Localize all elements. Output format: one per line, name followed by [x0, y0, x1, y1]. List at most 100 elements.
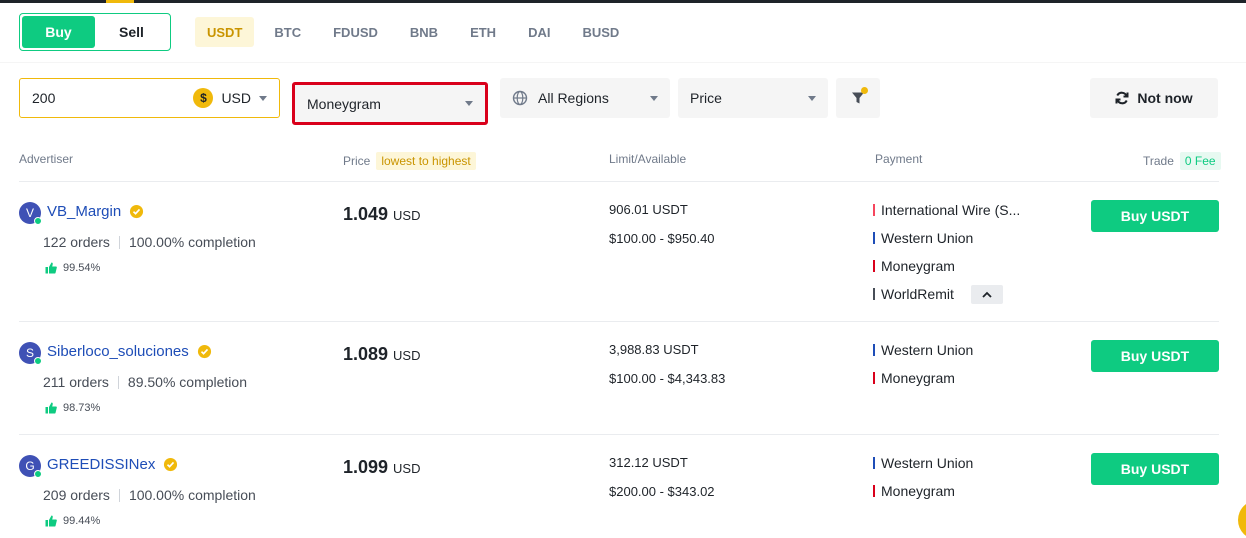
payment-method-label: Western Union	[881, 230, 974, 246]
avatar[interactable]: S	[19, 342, 42, 365]
payment-method-item: Western Union	[873, 342, 973, 358]
order-count: 122 orders	[43, 234, 110, 250]
advertiser-name[interactable]: Siberloco_soluciones	[47, 343, 212, 360]
advertiser-name[interactable]: VB_Margin	[47, 203, 144, 220]
payment-method-select[interactable]: Moneygram	[292, 82, 488, 125]
col-header-limit: Limit/Available	[609, 152, 686, 166]
asset-tab-eth[interactable]: ETH	[458, 17, 508, 47]
asset-tab-usdt[interactable]: USDT	[195, 17, 255, 47]
rating-value: 99.44%	[63, 515, 101, 527]
payment-method-label: International Wire (S...	[881, 202, 1021, 218]
buy-usdt-button[interactable]: Buy USDT	[1091, 340, 1219, 372]
advertiser-name-label[interactable]: VB_Margin	[47, 203, 121, 220]
order-count: 209 orders	[43, 487, 110, 503]
col-header-payment: Payment	[875, 152, 922, 166]
sort-order-badge[interactable]: lowest to highest	[376, 152, 476, 170]
payment-color-bar	[873, 204, 875, 216]
asset-tab-btc[interactable]: BTC	[262, 17, 313, 47]
filter-button[interactable]	[836, 78, 880, 118]
advertiser-name-label[interactable]: GREEDISSINex	[47, 456, 155, 473]
payment-method-item: Western Union	[873, 230, 973, 246]
not-now-label: Not now	[1137, 90, 1193, 106]
rating-value: 99.54%	[63, 262, 101, 274]
order-limit: $100.00 - $4,343.83	[609, 371, 726, 386]
completion-rate: 100.00% completion	[128, 234, 256, 250]
verified-badge-icon	[130, 204, 144, 219]
avatar-initial: G	[25, 459, 35, 473]
asset-tab-busd[interactable]: BUSD	[570, 17, 631, 47]
payment-method-label: Western Union	[881, 455, 974, 471]
chevron-down-icon	[650, 95, 658, 101]
stats-separator	[118, 235, 120, 249]
buy-tab[interactable]: Buy	[22, 16, 95, 48]
payment-method-label: Western Union	[881, 342, 974, 358]
amount-input[interactable]: 200 $ USD	[19, 78, 280, 118]
amount-value[interactable]: 200	[32, 90, 193, 106]
avatar[interactable]: G	[19, 455, 42, 478]
sort-select[interactable]: Price	[678, 78, 828, 118]
buy-usdt-button[interactable]: Buy USDT	[1091, 200, 1219, 232]
payment-method-label: Moneygram	[881, 370, 955, 386]
thumbs-up-icon	[45, 515, 57, 527]
sort-value: Price	[690, 90, 722, 106]
payment-color-bar	[873, 232, 875, 244]
payment-method-label: Moneygram	[881, 483, 955, 499]
row-divider	[19, 434, 1219, 435]
asset-tab-dai[interactable]: DAI	[516, 17, 562, 47]
online-status-dot	[34, 217, 42, 225]
price-unit: USD	[393, 461, 421, 476]
collapse-payments-button[interactable]	[971, 285, 1003, 304]
buy-usdt-button[interactable]: Buy USDT	[1091, 453, 1219, 485]
avatar-initial: S	[25, 346, 34, 360]
asset-tabs: USDT BTC FDUSD BNB ETH DAI BUSD	[195, 17, 639, 47]
price-unit: USD	[393, 348, 421, 363]
buy-sell-toggle: Buy Sell	[19, 13, 171, 51]
chevron-up-icon	[982, 291, 992, 298]
payment-method-value: Moneygram	[307, 95, 381, 112]
not-now-button[interactable]: Not now	[1090, 78, 1218, 118]
asset-tab-fdusd[interactable]: FDUSD	[321, 17, 390, 47]
positive-rating: 98.73%	[45, 402, 100, 414]
filter-active-dot	[861, 87, 868, 94]
refresh-icon	[1115, 91, 1129, 105]
advertiser-name[interactable]: GREEDISSINex	[47, 456, 178, 473]
rating-value: 98.73%	[63, 402, 101, 414]
price-value: 1.089	[343, 344, 389, 364]
positive-rating: 99.54%	[45, 262, 100, 274]
payment-color-bar	[873, 485, 875, 497]
avatar-initial: V	[25, 206, 34, 220]
col-header-payment-label: Payment	[875, 152, 923, 166]
positive-rating: 99.44%	[45, 515, 100, 527]
support-chat-button[interactable]	[1238, 500, 1246, 538]
col-header-trade-label: Trade	[1143, 154, 1174, 168]
advertiser-name-label[interactable]: Siberloco_soluciones	[47, 343, 189, 360]
payment-method-label: WorldRemit	[881, 286, 954, 302]
available-amount: 906.01 USDT	[609, 202, 688, 217]
ad-price: 1.099 USD	[343, 457, 421, 478]
advertiser-stats: 122 orders 100.00% completion	[43, 234, 256, 250]
price-value: 1.099	[343, 457, 389, 477]
currency-label[interactable]: USD	[221, 90, 251, 106]
order-limit: $100.00 - $950.40	[609, 231, 715, 246]
header-divider	[0, 62, 1246, 63]
stats-separator	[117, 375, 119, 389]
thumbs-up-icon	[45, 402, 57, 414]
advertiser-stats: 211 orders 89.50% completion	[43, 374, 247, 390]
row-divider	[19, 321, 1219, 322]
col-header-advertiser-label: Advertiser	[19, 152, 74, 166]
thumbs-up-icon	[45, 262, 57, 274]
dollar-coin-icon: $	[193, 88, 214, 108]
region-select[interactable]: All Regions	[500, 78, 670, 118]
chevron-down-icon	[808, 95, 816, 101]
payment-method-item: Moneygram	[873, 483, 955, 499]
sell-tab[interactable]: Sell	[95, 16, 168, 48]
chevron-down-icon[interactable]	[259, 95, 267, 101]
ad-price: 1.089 USD	[343, 344, 421, 365]
payment-color-bar	[873, 288, 875, 300]
ad-price: 1.049 USD	[343, 204, 421, 225]
payment-method-item: WorldRemit	[873, 286, 954, 302]
row-divider	[19, 181, 1219, 182]
asset-tab-bnb[interactable]: BNB	[398, 17, 450, 47]
payment-color-bar	[873, 457, 875, 469]
avatar[interactable]: V	[19, 202, 42, 225]
